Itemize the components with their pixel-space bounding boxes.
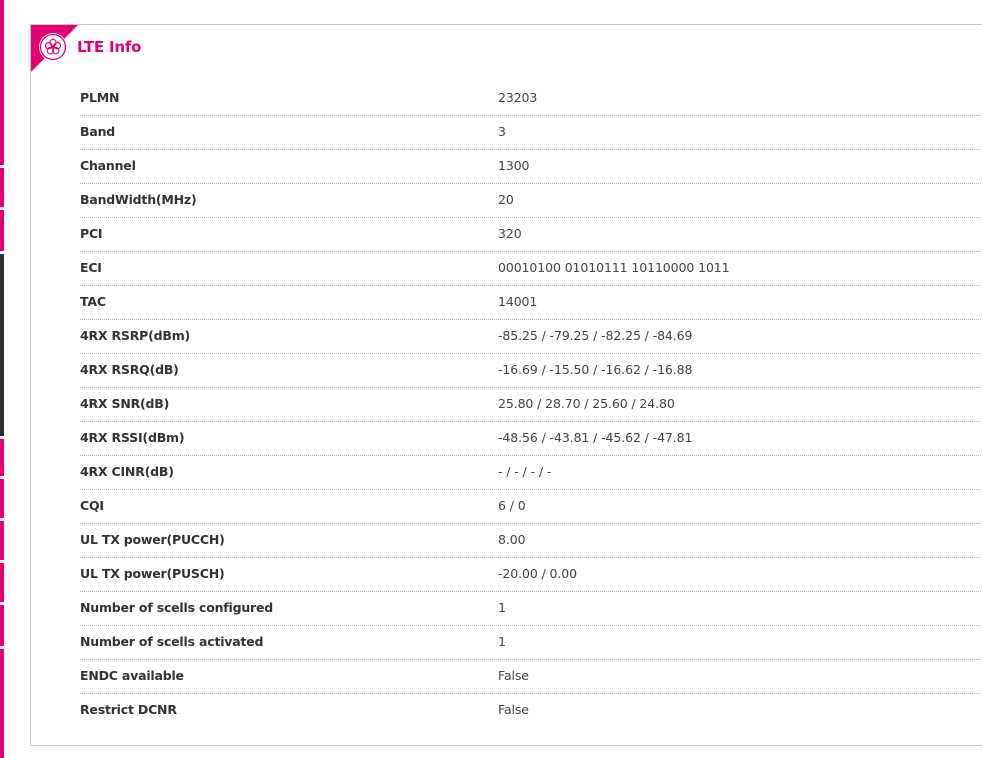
row-label: 4RX RSRP(dBm)	[80, 328, 191, 343]
row-label: Restrict DCNR	[80, 702, 177, 717]
table-row: ECI 00010100 01010111 10110000 1011	[80, 252, 982, 286]
row-label: 4RX SNR(dB)	[80, 396, 170, 411]
row-value: 00010100 01010111 10110000 1011	[498, 260, 730, 275]
rail-segment[interactable]	[0, 168, 4, 207]
row-label: Channel	[80, 158, 136, 173]
row-label: PCI	[80, 226, 103, 241]
panel-title: LTE Info	[77, 38, 142, 56]
row-label: ECI	[80, 260, 102, 275]
row-value: False	[498, 702, 529, 717]
row-label: UL TX power(PUSCH)	[80, 566, 225, 581]
row-label: 4RX RSRQ(dB)	[80, 362, 179, 377]
row-label: CQI	[80, 498, 104, 513]
row-value: 8.00	[498, 532, 526, 547]
row-label: TAC	[80, 294, 106, 309]
row-value: 1300	[498, 158, 530, 173]
row-value: False	[498, 668, 529, 683]
row-label: Band	[80, 124, 116, 139]
left-nav-rail	[0, 0, 4, 758]
row-value: 1	[498, 600, 506, 615]
rail-segment[interactable]	[0, 210, 4, 251]
table-row: 4RX RSSI(dBm) -48.56 / -43.81 / -45.62 / …	[80, 422, 982, 456]
row-value: 6 / 0	[498, 498, 526, 513]
row-value: 3	[498, 124, 506, 139]
row-value: -16.69 / -15.50 / -16.62 / -16.88	[498, 362, 693, 377]
row-value: 14001	[498, 294, 538, 309]
rail-segment[interactable]	[0, 563, 4, 602]
row-value: - / - / - / -	[498, 464, 552, 479]
row-label: UL TX power(PUCCH)	[80, 532, 225, 547]
row-value: 320	[498, 226, 522, 241]
rail-segment[interactable]	[0, 0, 4, 165]
row-label: ENDC available	[80, 668, 184, 683]
rail-segment[interactable]	[0, 521, 4, 560]
table-row: UL TX power(PUCCH) 8.00	[80, 524, 982, 558]
row-value: 1	[498, 634, 506, 649]
row-label: 4RX RSSI(dBm)	[80, 430, 185, 445]
table-row: ENDC available False	[80, 660, 982, 694]
table-row: Restrict DCNR False	[80, 694, 982, 727]
rail-segment-active[interactable]	[0, 254, 4, 436]
table-row: 4RX RSRQ(dB) -16.69 / -15.50 / -16.62 / -…	[80, 354, 982, 388]
table-row: 4RX CINR(dB) - / - / - / -	[80, 456, 982, 490]
row-label: 4RX CINR(dB)	[80, 464, 174, 479]
row-value: -85.25 / -79.25 / -82.25 / -84.69	[498, 328, 693, 343]
table-row: BandWidth(MHz) 20	[80, 184, 982, 218]
table-row: Channel 1300	[80, 150, 982, 184]
row-value: -20.00 / 0.00	[498, 566, 577, 581]
table-row: 4RX RSRP(dBm) -85.25 / -79.25 / -82.25 / …	[80, 320, 982, 354]
row-value: 25.80 / 28.70 / 25.60 / 24.80	[498, 396, 675, 411]
signal-flower-icon	[39, 33, 67, 61]
row-value: 20	[498, 192, 514, 207]
row-value: 23203	[498, 90, 538, 105]
rail-segment[interactable]	[0, 605, 4, 646]
table-row: Number of scells activated 1	[80, 626, 982, 660]
table-row: Band 3	[80, 116, 982, 150]
row-label: Number of scells configured	[80, 600, 274, 615]
rail-segment[interactable]	[0, 649, 4, 758]
table-row: UL TX power(PUSCH) -20.00 / 0.00	[80, 558, 982, 592]
table-row: PCI 320	[80, 218, 982, 252]
table-row: 4RX SNR(dB) 25.80 / 28.70 / 25.60 / 24.80	[80, 388, 982, 422]
table-row: PLMN 23203	[80, 82, 982, 116]
info-table: PLMN 23203 Band 3 Channel 1300 BandWidth(MHz) 2…	[80, 82, 982, 727]
rail-segment[interactable]	[0, 439, 4, 476]
row-value: -48.56 / -43.81 / -45.62 / -47.81	[498, 430, 693, 445]
table-row: Number of scells configured 1	[80, 592, 982, 626]
row-label: BandWidth(MHz)	[80, 192, 197, 207]
table-row: TAC 14001	[80, 286, 982, 320]
lte-info-panel: LTE Info PLMN 23203 Band 3 Channel 1300 BandWi…	[30, 24, 982, 746]
row-label: Number of scells activated	[80, 634, 264, 649]
row-label: PLMN	[80, 90, 120, 105]
table-row: CQI 6 / 0	[80, 490, 982, 524]
rail-segment[interactable]	[0, 479, 4, 518]
